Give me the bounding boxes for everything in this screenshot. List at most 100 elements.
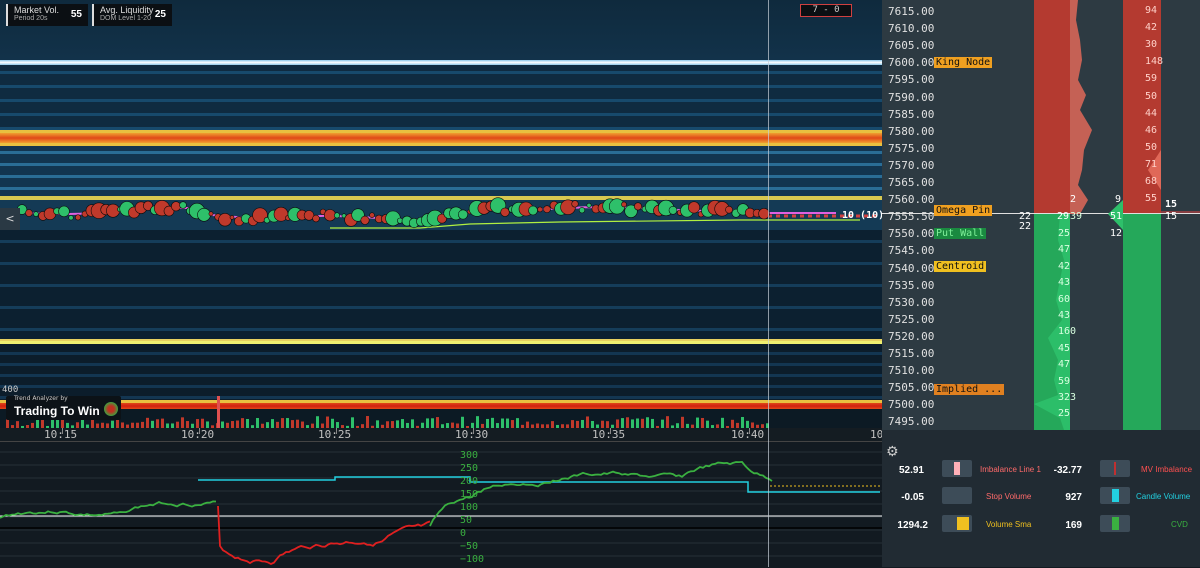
swatch-fill: [954, 462, 960, 475]
price-level[interactable]: 7610.00: [888, 22, 934, 35]
volume-bar: [391, 421, 394, 428]
trade-bubble: [312, 214, 320, 223]
price-level[interactable]: 7575.00: [888, 142, 934, 155]
time-axis[interactable]: 10:15 10:20 10:25 10:30 10:35 10:40 10: [0, 428, 883, 441]
profile-label: 51: [1110, 211, 1123, 222]
legend-swatch[interactable]: [942, 487, 972, 504]
volume-bar: [551, 421, 554, 428]
volume-bar: [491, 417, 494, 428]
price-level[interactable]: 7550.00: [888, 227, 934, 240]
price-level[interactable]: 7515.00: [888, 347, 934, 360]
legend-swatch[interactable]: [942, 515, 972, 532]
volume-bar: [281, 418, 284, 428]
price-level[interactable]: 7505.00: [888, 381, 934, 394]
volume-bar: [651, 418, 654, 428]
price-level[interactable]: 7525.00: [888, 313, 934, 326]
avg-liquidity-subtitle: DOM Level 1-20: [100, 15, 151, 22]
price-level[interactable]: 7605.00: [888, 39, 934, 52]
market-volume-subtitle: Period 20s: [14, 15, 48, 22]
ask-size: 68: [1145, 176, 1158, 187]
price-level[interactable]: 7615.00: [888, 5, 934, 18]
candle-volume-line: [198, 476, 880, 493]
price-level[interactable]: 7535.00: [888, 279, 934, 292]
ask-size: 50: [1145, 90, 1158, 102]
profile-label: 12: [1110, 228, 1123, 239]
price-level[interactable]: 7555.50: [888, 210, 934, 223]
trade-bubble: [537, 206, 543, 213]
trade-bubble: [25, 209, 33, 217]
bid-size: 323: [1058, 392, 1077, 403]
indicator-legend[interactable]: ⚙ 52.91 Imbalance Line 1 -32.77 MV Imbal…: [882, 430, 1200, 567]
trade-bubble: [578, 207, 586, 214]
swatch-fill: [1114, 462, 1116, 475]
volume-bar: [661, 419, 664, 428]
trade-bubble: [725, 205, 733, 214]
price-level[interactable]: 7570.00: [888, 159, 934, 172]
market-volume-value: 55: [70, 9, 82, 20]
cvd-axis-label: 150: [460, 489, 479, 500]
volume-bar: [271, 419, 274, 428]
cvd-axis-label: −50: [460, 541, 479, 552]
price-level[interactable]: 7520.00: [888, 330, 934, 343]
time-tick: 10:15: [44, 428, 78, 441]
volume-bar: [576, 420, 579, 428]
volume-bar: [601, 420, 604, 428]
price-level[interactable]: 7495.00: [888, 415, 934, 428]
volume-bar: [36, 419, 39, 428]
legend-swatch[interactable]: [1100, 460, 1130, 477]
volume-bar: [636, 418, 639, 428]
volume-bar: [246, 418, 249, 428]
price-level[interactable]: 7580.00: [888, 125, 934, 138]
bid-size: 25: [1058, 228, 1071, 239]
price-level[interactable]: 7540.00: [888, 262, 934, 275]
volume-bar: [316, 416, 319, 428]
volume-bar: [366, 416, 369, 428]
volume-bar: [486, 418, 489, 428]
trade-bubble: [171, 201, 182, 212]
cvd-chart: [0, 451, 882, 566]
centroid-tag: Centroid: [934, 261, 987, 272]
cvd-panel[interactable]: 300 250 200 150 100 50 0 −50 −100: [0, 441, 882, 568]
price-level[interactable]: 7590.00: [888, 91, 934, 104]
liquidity-heatmap[interactable]: [0, 0, 882, 430]
volume-bar: [476, 416, 479, 428]
price-level[interactable]: 7560.00: [888, 193, 934, 206]
gear-icon[interactable]: ⚙: [886, 444, 899, 460]
trade-bubble: [333, 212, 340, 219]
ask-size: 148: [1145, 56, 1164, 68]
trade-bubbles: [6, 197, 880, 428]
price-ladder[interactable]: 7615.00 7610.00 7605.00 7600.00 7595.00 7590.…: [882, 0, 1200, 430]
brand-badge: Trend Analyzer by Trading To Win: [6, 395, 121, 420]
volume-bar: [236, 420, 239, 428]
price-level[interactable]: 7545.00: [888, 244, 934, 257]
trade-bubble: [621, 201, 627, 208]
trade-bubble: [687, 201, 700, 214]
price-level[interactable]: 7595.00: [888, 73, 934, 86]
legend-swatch[interactable]: [1100, 515, 1130, 532]
price-level[interactable]: 7510.00: [888, 364, 934, 377]
legend-label: Volume Sma: [986, 520, 1032, 529]
price-level[interactable]: 7600.00: [888, 56, 934, 69]
bid-size: 45: [1058, 342, 1071, 354]
trade-bubble: [323, 209, 336, 222]
volume-bar: [461, 416, 464, 428]
legend-value: 52.91: [898, 465, 924, 476]
cvd-axis-label: 0: [460, 528, 467, 539]
volume-bar: [161, 418, 164, 428]
price-level[interactable]: 7500.00: [888, 398, 934, 411]
volume-bar: [156, 419, 159, 428]
volume-bar: [386, 421, 389, 428]
legend-swatch[interactable]: [942, 460, 972, 477]
scale-badge[interactable]: 7 - 0: [800, 4, 852, 17]
volume-bar: [351, 417, 354, 428]
price-level[interactable]: 7565.00: [888, 176, 934, 189]
legend-swatch[interactable]: [1100, 487, 1130, 504]
ask-size: 44: [1145, 107, 1158, 119]
volume-bar: [666, 416, 669, 428]
collapse-button[interactable]: <: [0, 208, 20, 230]
trade-bubble: [500, 207, 510, 217]
brand-logo-icon: [104, 402, 118, 416]
price-level[interactable]: 7585.00: [888, 108, 934, 121]
bid-size: 43: [1058, 277, 1071, 289]
price-level[interactable]: 7530.00: [888, 296, 934, 309]
